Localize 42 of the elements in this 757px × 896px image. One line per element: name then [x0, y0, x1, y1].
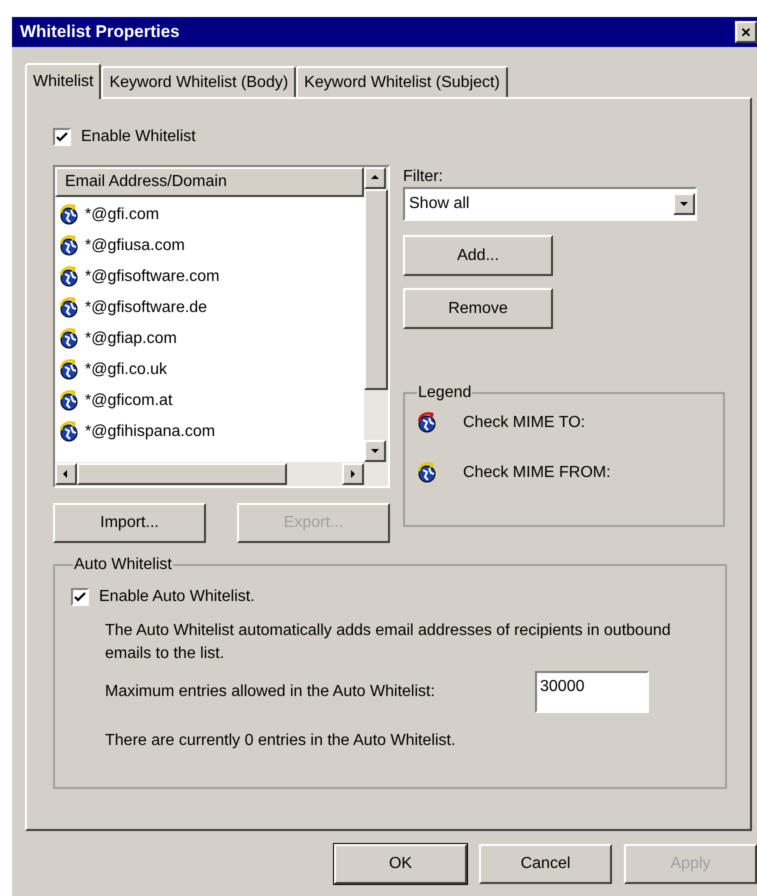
description-text: The Auto Whitelist automatically adds email addresses of recipients in outbound emails to the list.	[105, 621, 672, 664]
dialog-button[interactable]: Cancel	[479, 844, 612, 884]
scroll-up-button[interactable]	[364, 167, 386, 189]
max-entries-field[interactable]: 30000	[535, 671, 649, 713]
list-item[interactable]: *@gfiap.com	[85, 326, 177, 350]
filter-dropdown[interactable]: Show all	[403, 187, 697, 221]
checkbox-label: Enable Auto Whitelist.	[99, 587, 255, 607]
list-item[interactable]: *@gfi.com	[85, 202, 160, 226]
legend-label: Check MIME TO:	[463, 413, 586, 433]
list-item[interactable]: *@gfiusa.com	[85, 234, 185, 258]
field-label: Maximum entries allowed in the Auto Whitelist:	[105, 682, 436, 702]
list-item[interactable]: *@gfihispana.com	[85, 420, 216, 444]
vertical-scrollbar[interactable]	[364, 167, 388, 462]
window-title: Whitelist Properties	[20, 21, 180, 44]
list-button[interactable]: Import...	[53, 503, 206, 543]
scroll-down-button[interactable]	[364, 440, 386, 462]
status-text: There are currently 0 entries in the Auto Whitelist.	[105, 731, 456, 751]
list-item[interactable]: *@gfisoftware.de	[85, 296, 208, 320]
scroll-thumb[interactable]	[364, 189, 388, 390]
list-item[interactable]: *@gfi.co.uk	[85, 358, 168, 382]
list-action-button[interactable]: Remove	[403, 288, 553, 329]
scroll-right-button[interactable]	[342, 463, 364, 485]
scroll-left-button[interactable]	[55, 463, 77, 485]
column-header[interactable]: Email Address/Domain	[55, 167, 364, 197]
tab[interactable]: Keyword Whitelist (Subject)	[296, 66, 508, 97]
list-action-button[interactable]: Add...	[403, 235, 553, 276]
dropdown-button[interactable]	[673, 193, 695, 215]
horizontal-scrollbar[interactable]	[55, 462, 388, 486]
checkbox-label: Enable Whitelist	[81, 127, 196, 147]
list-item[interactable]: *@gfisoftware.com	[85, 264, 220, 288]
legend-label: Check MIME FROM:	[463, 463, 611, 483]
checkbox[interactable]	[53, 128, 71, 146]
group-title: Legend	[417, 383, 472, 403]
tab[interactable]: Whitelist	[25, 63, 102, 99]
tab[interactable]: Keyword Whitelist (Body)	[101, 66, 296, 97]
filter-label: Filter:	[403, 167, 444, 187]
dialog-button[interactable]: OK	[334, 844, 467, 884]
group-title: Auto Whitelist	[73, 555, 173, 575]
list-item[interactable]: *@gficom.at	[85, 388, 172, 412]
checkbox[interactable]	[71, 588, 89, 606]
scroll-thumb[interactable]	[77, 463, 287, 485]
close-button[interactable]: ✕	[735, 21, 757, 43]
